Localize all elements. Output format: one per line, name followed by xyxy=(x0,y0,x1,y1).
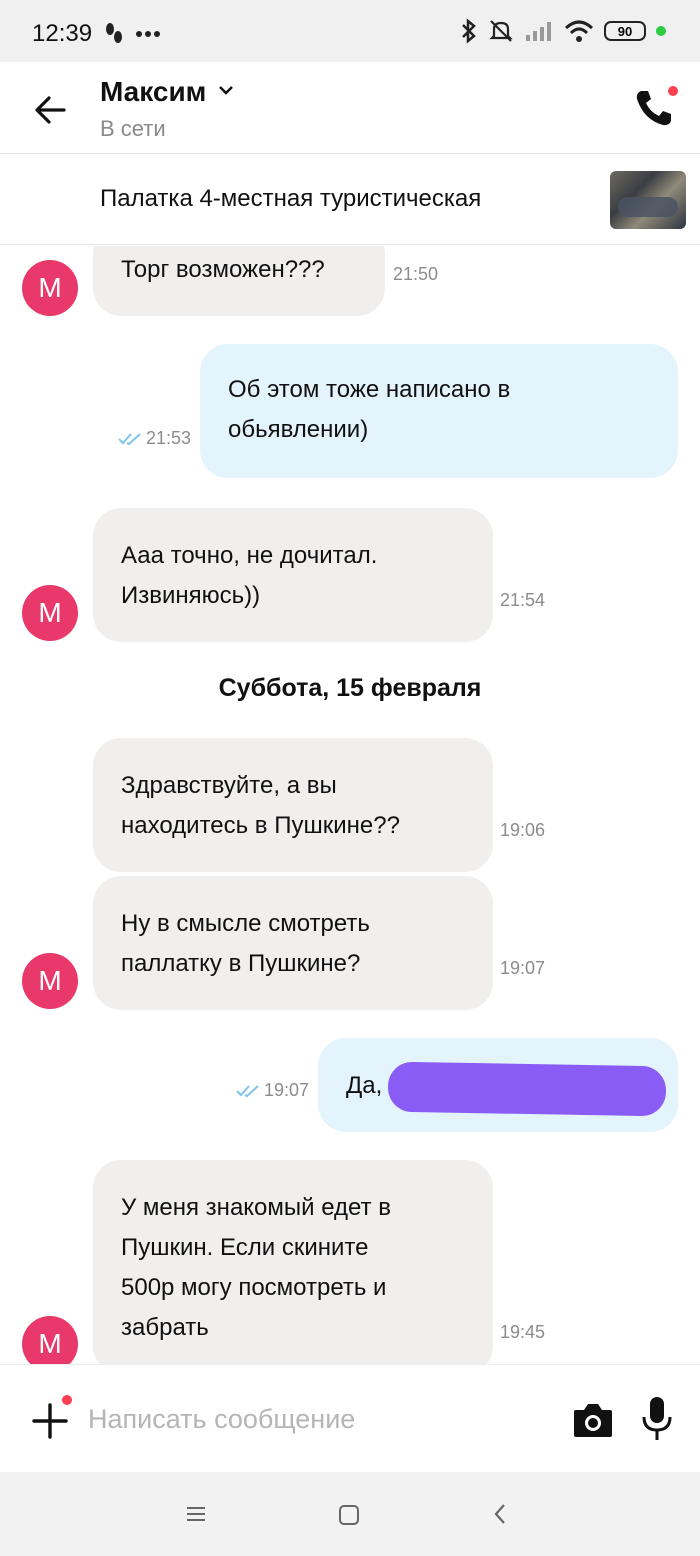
mute-bell-icon xyxy=(489,20,513,42)
avatar[interactable]: M xyxy=(22,953,78,1009)
message-time: 21:54 xyxy=(500,590,546,610)
message-text: Ааа точно, не дочитал. xyxy=(121,542,378,569)
avatar[interactable]: M xyxy=(22,1316,78,1364)
message-list[interactable]: Торг возможен??? 21:50 M 21:53 Об этом т… xyxy=(0,246,700,1364)
more-dots-icon xyxy=(136,31,160,37)
back-arrow-icon[interactable] xyxy=(32,92,68,128)
call-notification-dot xyxy=(666,84,680,98)
message-time-label: 21:53 xyxy=(146,428,192,448)
message-text: обьявлении) xyxy=(228,416,369,443)
double-check-icon xyxy=(236,1085,259,1098)
date-separator: Суббота, 15 февраля xyxy=(218,674,482,702)
contact-status: В сети xyxy=(100,116,166,141)
message-time: 19:06 xyxy=(500,820,546,840)
avatar[interactable]: M xyxy=(22,585,78,641)
message-input[interactable] xyxy=(88,1397,548,1441)
message-bubble-incoming[interactable]: У меня знакомый едет в Пушкин. Если скин… xyxy=(93,1160,493,1364)
message-text: Ну в смысле смотреть xyxy=(121,910,370,937)
wifi-icon xyxy=(564,20,594,42)
message-text: забрать xyxy=(121,1314,209,1341)
message-text: Здравствуйте, а вы xyxy=(121,772,337,799)
listing-thumbnail[interactable] xyxy=(610,171,686,229)
system-navigation-bar xyxy=(0,1472,700,1556)
message-text: У меня знакомый едет в xyxy=(121,1194,392,1221)
message-text: 500р могу посмотреть и xyxy=(121,1274,387,1301)
battery-indicator: 90 xyxy=(604,21,646,41)
message-text: паллатку в Пушкине? xyxy=(121,950,361,977)
message-time-label: 19:07 xyxy=(264,1080,310,1100)
message-bubble-incoming[interactable]: Здравствуйте, а вы находитесь в Пушкине?… xyxy=(93,738,493,872)
status-time: 12:39 xyxy=(32,20,93,47)
message-text: Об этом тоже написано в xyxy=(228,376,511,403)
camera-icon[interactable] xyxy=(572,1401,614,1439)
message-text: Торг возможен??? xyxy=(121,256,325,283)
message-text: Пушкин. Если скините xyxy=(121,1234,369,1261)
listing-title[interactable]: Палатка 4-местная туристическая xyxy=(100,185,481,213)
home-icon[interactable] xyxy=(338,1504,360,1526)
message-time: 19:07 xyxy=(500,958,546,978)
bluetooth-icon xyxy=(462,18,476,44)
chevron-down-icon[interactable] xyxy=(218,84,234,96)
message-time: 19:45 xyxy=(500,1322,546,1342)
chat-header: Максим В сети xyxy=(0,62,700,154)
status-left-icons xyxy=(104,22,160,46)
message-bubble-outgoing[interactable]: Об этом тоже написано в обьявлении) xyxy=(200,344,678,478)
status-bar: 12:39 90 xyxy=(0,0,700,62)
microphone-icon[interactable] xyxy=(640,1395,674,1443)
status-right-icons: 90 xyxy=(460,18,666,44)
plus-icon[interactable] xyxy=(30,1401,70,1441)
listing-bar[interactable]: Палатка 4-местная туристическая xyxy=(0,155,700,245)
message-time: 21:53 xyxy=(118,428,191,449)
recent-apps-icon[interactable] xyxy=(186,1506,206,1522)
message-bubble-incoming[interactable]: Торг возможен??? xyxy=(93,246,385,316)
footsteps-icon xyxy=(106,23,122,43)
nav-back-icon[interactable] xyxy=(492,1502,508,1526)
message-composer xyxy=(0,1364,700,1472)
signal-icon xyxy=(526,22,551,41)
contact-name[interactable]: Максим xyxy=(100,76,206,108)
message-time: 21:50 xyxy=(393,264,439,284)
message-text: находитесь в Пушкине?? xyxy=(121,812,400,839)
message-bubble-incoming[interactable]: Ну в смысле смотреть паллатку в Пушкине? xyxy=(93,876,493,1010)
privacy-dot xyxy=(656,26,666,36)
avatar[interactable]: M xyxy=(22,260,78,316)
redaction-mark xyxy=(387,1061,667,1117)
message-time: 19:07 xyxy=(236,1080,309,1101)
message-text: Извиняюсь)) xyxy=(121,582,261,609)
attachment-notification-dot xyxy=(60,1393,74,1407)
message-bubble-incoming[interactable]: Ааа точно, не дочитал. Извиняюсь)) xyxy=(93,508,493,642)
double-check-icon xyxy=(118,433,141,446)
